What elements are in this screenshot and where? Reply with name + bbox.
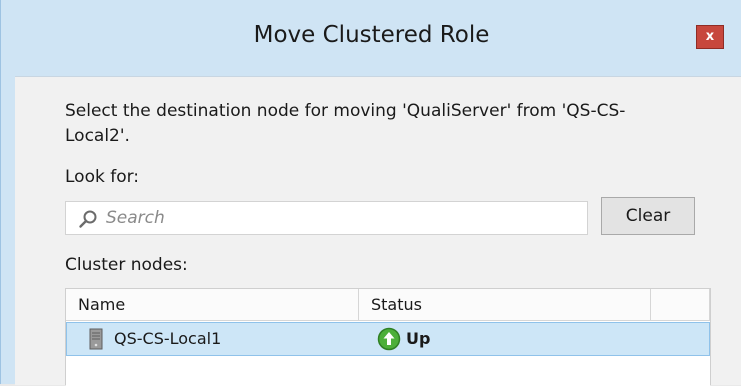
column-header-filler bbox=[651, 289, 710, 320]
cluster-nodes-label: Cluster nodes: bbox=[65, 255, 188, 275]
clear-button[interactable]: Clear bbox=[601, 197, 695, 235]
instruction-text: Select the destination node for moving '… bbox=[65, 101, 626, 146]
table-row[interactable]: QS-CS-Local1 Up bbox=[66, 322, 710, 356]
search-placeholder: Search bbox=[106, 208, 165, 228]
table-empty-row bbox=[66, 356, 710, 386]
up-arrow-icon bbox=[377, 327, 401, 351]
node-status: Up bbox=[406, 329, 431, 348]
window-title: Move Clustered Role bbox=[253, 22, 490, 48]
search-input[interactable]: Search bbox=[65, 201, 588, 235]
search-icon bbox=[79, 210, 97, 228]
dialog-body: Select the destination node for moving '… bbox=[15, 76, 741, 386]
dialog-window: Move Clustered Role x Select the destina… bbox=[0, 0, 741, 386]
node-name: QS-CS-Local1 bbox=[114, 329, 222, 348]
cluster-nodes-table[interactable]: Name Status QS-CS-Local1 Up bbox=[65, 288, 711, 386]
column-header-status[interactable]: Status bbox=[359, 289, 651, 320]
close-button[interactable]: x bbox=[696, 25, 724, 49]
table-header: Name Status bbox=[66, 289, 710, 321]
column-header-name[interactable]: Name bbox=[66, 289, 359, 320]
server-icon bbox=[89, 328, 103, 350]
look-for-label: Look for: bbox=[65, 167, 140, 187]
title-bar[interactable]: Move Clustered Role x bbox=[1, 0, 741, 86]
